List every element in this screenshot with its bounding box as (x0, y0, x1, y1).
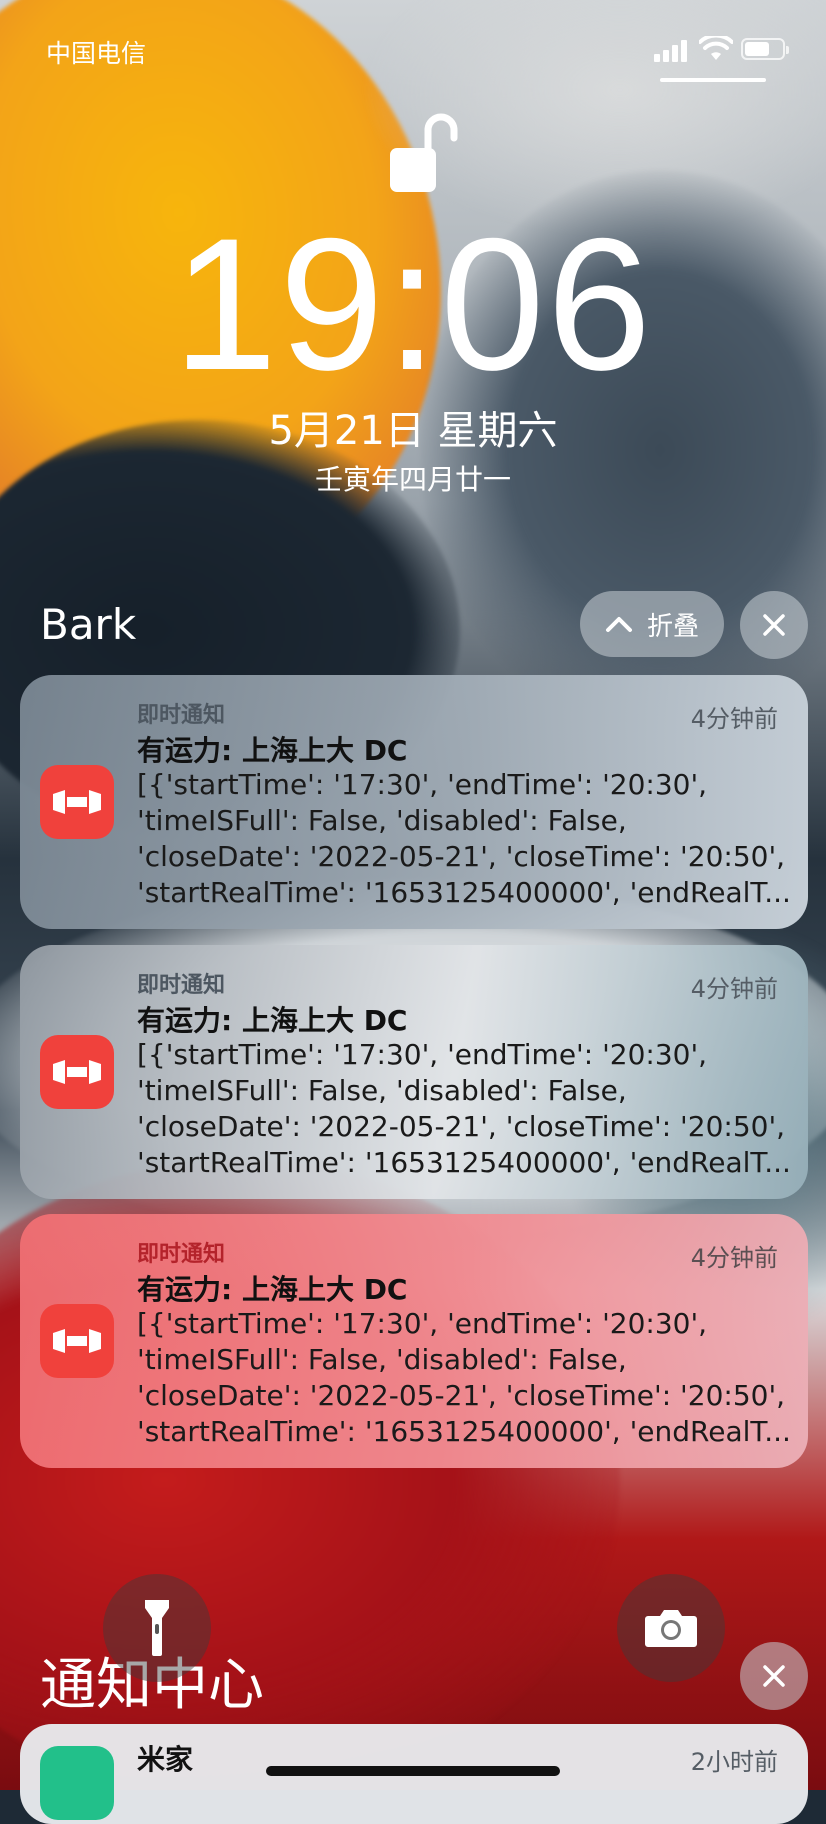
notification-category: 即时通知 (137, 973, 226, 998)
carrier-label: 中国电信 (46, 39, 147, 68)
lock-screen-time: 19:06 (172, 199, 654, 409)
mijia-app-icon (40, 1746, 114, 1820)
notification-category: 即时通知 (137, 703, 226, 728)
status-bar: 中国电信 (0, 0, 826, 96)
lock-open-icon (390, 113, 458, 192)
home-indicator[interactable] (266, 1766, 560, 1776)
notification-body: [{'startTime': '17:30', 'endTime': '20:3… (137, 1038, 791, 1179)
flashlight-button[interactable] (103, 1574, 211, 1682)
camera-icon (645, 1610, 697, 1647)
bark-app-icon (40, 1304, 114, 1378)
wifi-icon (699, 36, 733, 60)
notification-title: 有运力: 上海上大 DC (137, 1273, 408, 1306)
notification-title: 有运力: 上海上大 DC (137, 734, 408, 767)
close-icon (763, 1665, 785, 1687)
notification-title: 有运力: 上海上大 DC (137, 1004, 408, 1037)
notification-card[interactable]: 即时通知 4分钟前 有运力: 上海上大 DC [{'startTime': '1… (20, 1214, 808, 1468)
flashlight-icon (145, 1600, 169, 1656)
notification-card[interactable]: 即时通知 4分钟前 有运力: 上海上大 DC [{'startTime': '1… (20, 675, 808, 929)
camera-button[interactable] (617, 1574, 725, 1682)
peek-app-name: 米家 (137, 1743, 194, 1776)
notification-time: 4分钟前 (690, 705, 778, 733)
notification-card[interactable]: 即时通知 4分钟前 有运力: 上海上大 DC [{'startTime': '1… (20, 945, 808, 1199)
collapse-button[interactable]: 折叠 (580, 591, 724, 657)
notification-time: 4分钟前 (690, 975, 778, 1003)
notification-body: [{'startTime': '17:30', 'endTime': '20:3… (137, 1307, 791, 1448)
control-center-indicator[interactable] (660, 78, 766, 82)
clear-group-button[interactable] (740, 591, 808, 659)
notification-body: [{'startTime': '17:30', 'endTime': '20:3… (137, 768, 791, 909)
collapse-label: 折叠 (646, 611, 699, 642)
notification-time: 4分钟前 (690, 1244, 778, 1272)
lock-screen-date: 5月21日 星期六 (268, 408, 558, 454)
bark-app-icon (40, 765, 114, 839)
battery-icon (741, 38, 789, 60)
lunar-date: 壬寅年四月廿一 (314, 463, 511, 496)
notification-group-app-name: Bark (40, 600, 137, 649)
bark-app-icon (40, 1035, 114, 1109)
clear-notification-center-button[interactable] (740, 1642, 808, 1710)
peek-notification-time: 2小时前 (690, 1748, 778, 1776)
signal-icon (654, 38, 688, 62)
notification-category: 即时通知 (137, 1242, 226, 1267)
chevron-up-icon (605, 617, 632, 632)
close-icon (763, 614, 785, 636)
